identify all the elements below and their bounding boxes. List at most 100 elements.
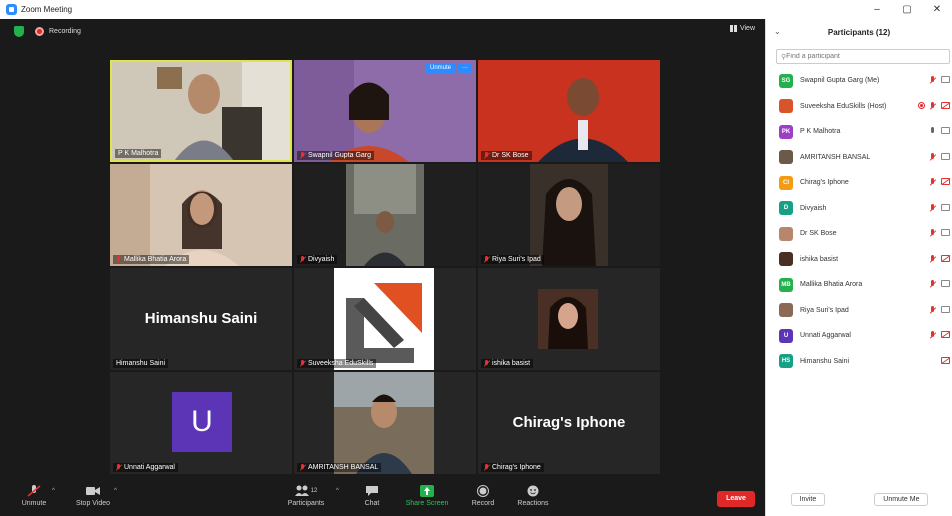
participant-row[interactable]: HS Himanshu Saini — [766, 349, 952, 375]
mic-icon[interactable] — [930, 127, 936, 135]
record-button[interactable]: Record — [458, 485, 508, 507]
participant-avatar — [779, 99, 793, 114]
participant-row[interactable]: Dr SK Bose — [766, 221, 952, 247]
window-titlebar: Zoom Meeting – ▢ ✕ — [0, 0, 952, 19]
video-tile-dr-sk-bose[interactable]: Dr SK Bose — [478, 60, 660, 162]
participant-name: Divyaish — [800, 204, 827, 212]
avatar-tile-unnati-aggarwal[interactable]: U Unnati Aggarwal — [110, 372, 292, 474]
unmute-me-button[interactable]: Unmute Me — [874, 493, 929, 506]
participant-name-label: Himanshu Saini — [113, 359, 169, 368]
participant-row[interactable]: U Unnati Aggarwal — [766, 323, 952, 349]
mic-muted-icon — [116, 256, 122, 263]
leave-button[interactable]: Leave — [717, 491, 755, 507]
camera-icon — [941, 127, 950, 134]
name-tile-himanshu-saini[interactable]: Himanshu Saini Himanshu Saini — [110, 268, 292, 370]
chat-bubble-icon — [366, 486, 378, 496]
participant-video — [478, 164, 660, 266]
participant-status-icons — [918, 101, 950, 110]
camera-icon — [941, 152, 950, 160]
camera-off-icon — [941, 356, 950, 364]
participant-search[interactable]: ⚲ — [776, 49, 950, 64]
logo-tile-suveeksha-eduskills[interactable]: Suveeksha EduSkills — [294, 268, 476, 370]
mic-muted-icon[interactable] — [930, 101, 936, 110]
audio-options-chevron-icon[interactable]: ^ — [52, 488, 55, 494]
participant-name-label: Mallika Bhatia Arora — [113, 255, 190, 264]
participant-status-icons — [930, 76, 950, 84]
participants-options-chevron-icon[interactable]: ^ — [336, 488, 339, 494]
participant-row[interactable]: Suveeksha EduSkills (Host) — [766, 94, 952, 120]
participants-button[interactable]: 12 Participants — [281, 485, 331, 507]
video-tile-mallika-bhatia-arora[interactable]: Mallika Bhatia Arora — [110, 164, 292, 266]
photo-tile-ishika-basist[interactable]: ishika basist — [478, 268, 660, 370]
participant-name: Dr SK Bose — [800, 230, 837, 238]
maximize-button[interactable]: ▢ — [892, 0, 922, 19]
mic-muted-icon[interactable] — [930, 203, 936, 212]
video-tile-swapnil-gupta-garg[interactable]: Unmute ··· Swapnil Gupta Garg — [294, 60, 476, 162]
camera-icon — [941, 305, 950, 313]
search-input[interactable] — [786, 53, 937, 60]
invite-button[interactable]: Invite — [790, 493, 826, 506]
mic-muted-icon[interactable] — [930, 229, 936, 237]
participant-avatar: CI — [779, 175, 793, 190]
stop-video-button[interactable]: Stop Video — [68, 485, 118, 507]
participant-avatar — [779, 252, 793, 267]
view-label: View — [739, 25, 755, 32]
video-tile-pk-malhotra[interactable]: P K Malhotra — [110, 60, 292, 162]
participant-photo — [478, 268, 660, 370]
participant-name-label: Divyaish — [297, 255, 338, 264]
participant-row[interactable]: Riya Suri's Ipad — [766, 298, 952, 324]
recording-icon[interactable] — [35, 26, 44, 36]
photo-tile-amritansh-bansal[interactable]: AMRITANSH BANSAL — [294, 372, 476, 474]
tile-more-button[interactable]: ··· — [458, 63, 472, 73]
participant-row[interactable]: D Divyaish — [766, 196, 952, 222]
reactions-smiley-icon — [527, 485, 539, 497]
participant-name-label: ishika basist — [481, 359, 534, 368]
participant-name-label: P K Malhotra — [115, 149, 162, 158]
participant-name: P K Malhotra — [800, 128, 841, 136]
participant-row[interactable]: PK P K Malhotra — [766, 119, 952, 145]
chat-button[interactable]: Chat — [347, 485, 397, 507]
participant-name: AMRITANSH BANSAL — [800, 153, 871, 161]
participant-name: Mallika Bhatia Arora — [800, 281, 863, 289]
mic-muted-icon[interactable] — [930, 76, 936, 84]
mic-muted-icon — [300, 360, 306, 367]
mic-muted-icon[interactable] — [930, 254, 936, 263]
security-shield-icon[interactable] — [14, 25, 24, 37]
participant-status-icons — [930, 229, 950, 237]
participant-name-label: Chirag's Iphone — [481, 463, 544, 472]
camera-off-icon — [941, 101, 950, 109]
participant-row[interactable]: CI Chirag's Iphone — [766, 170, 952, 196]
participant-status-icons — [930, 305, 950, 314]
mic-muted-icon — [300, 256, 306, 263]
mic-muted-icon[interactable] — [930, 331, 936, 339]
minimize-button[interactable]: – — [862, 0, 892, 19]
participant-row[interactable]: AMRITANSH BANSAL — [766, 145, 952, 171]
mic-muted-icon[interactable] — [930, 178, 936, 186]
view-button[interactable]: View — [729, 25, 755, 32]
participant-avatar — [779, 150, 793, 165]
mic-muted-icon[interactable] — [930, 305, 936, 314]
participant-row[interactable]: MB Mallika Bhatia Arora — [766, 272, 952, 298]
share-screen-button[interactable]: Share Screen — [402, 485, 452, 507]
participant-video — [294, 60, 476, 162]
share-screen-icon — [420, 485, 434, 497]
close-button[interactable]: ✕ — [922, 0, 952, 19]
mic-muted-icon[interactable] — [930, 152, 936, 161]
participant-row[interactable]: ishika basist — [766, 247, 952, 273]
tile-unmute-button[interactable]: Unmute — [424, 63, 456, 73]
participant-status-icons — [930, 254, 950, 263]
recording-label: Recording — [49, 27, 81, 35]
participant-video — [110, 164, 292, 266]
reactions-button[interactable]: Reactions — [508, 485, 558, 507]
mic-muted-icon[interactable] — [930, 280, 936, 288]
video-options-chevron-icon[interactable]: ^ — [114, 488, 117, 494]
participant-row[interactable]: SG Swapnil Gupta Garg (Me) — [766, 68, 952, 94]
video-tile-riya-suris-ipad[interactable]: Riya Suri's Ipad — [478, 164, 660, 266]
participant-avatar: D — [779, 201, 793, 216]
collapse-panel-chevron-icon[interactable]: ⌄ — [774, 27, 781, 36]
zoom-app-icon — [6, 4, 17, 15]
video-tile-divyaish[interactable]: Divyaish — [294, 164, 476, 266]
window-controls: – ▢ ✕ — [862, 0, 952, 19]
participant-avatar: U — [779, 328, 793, 343]
name-tile-chirags-iphone[interactable]: Chirag's Iphone Chirag's Iphone — [478, 372, 660, 474]
